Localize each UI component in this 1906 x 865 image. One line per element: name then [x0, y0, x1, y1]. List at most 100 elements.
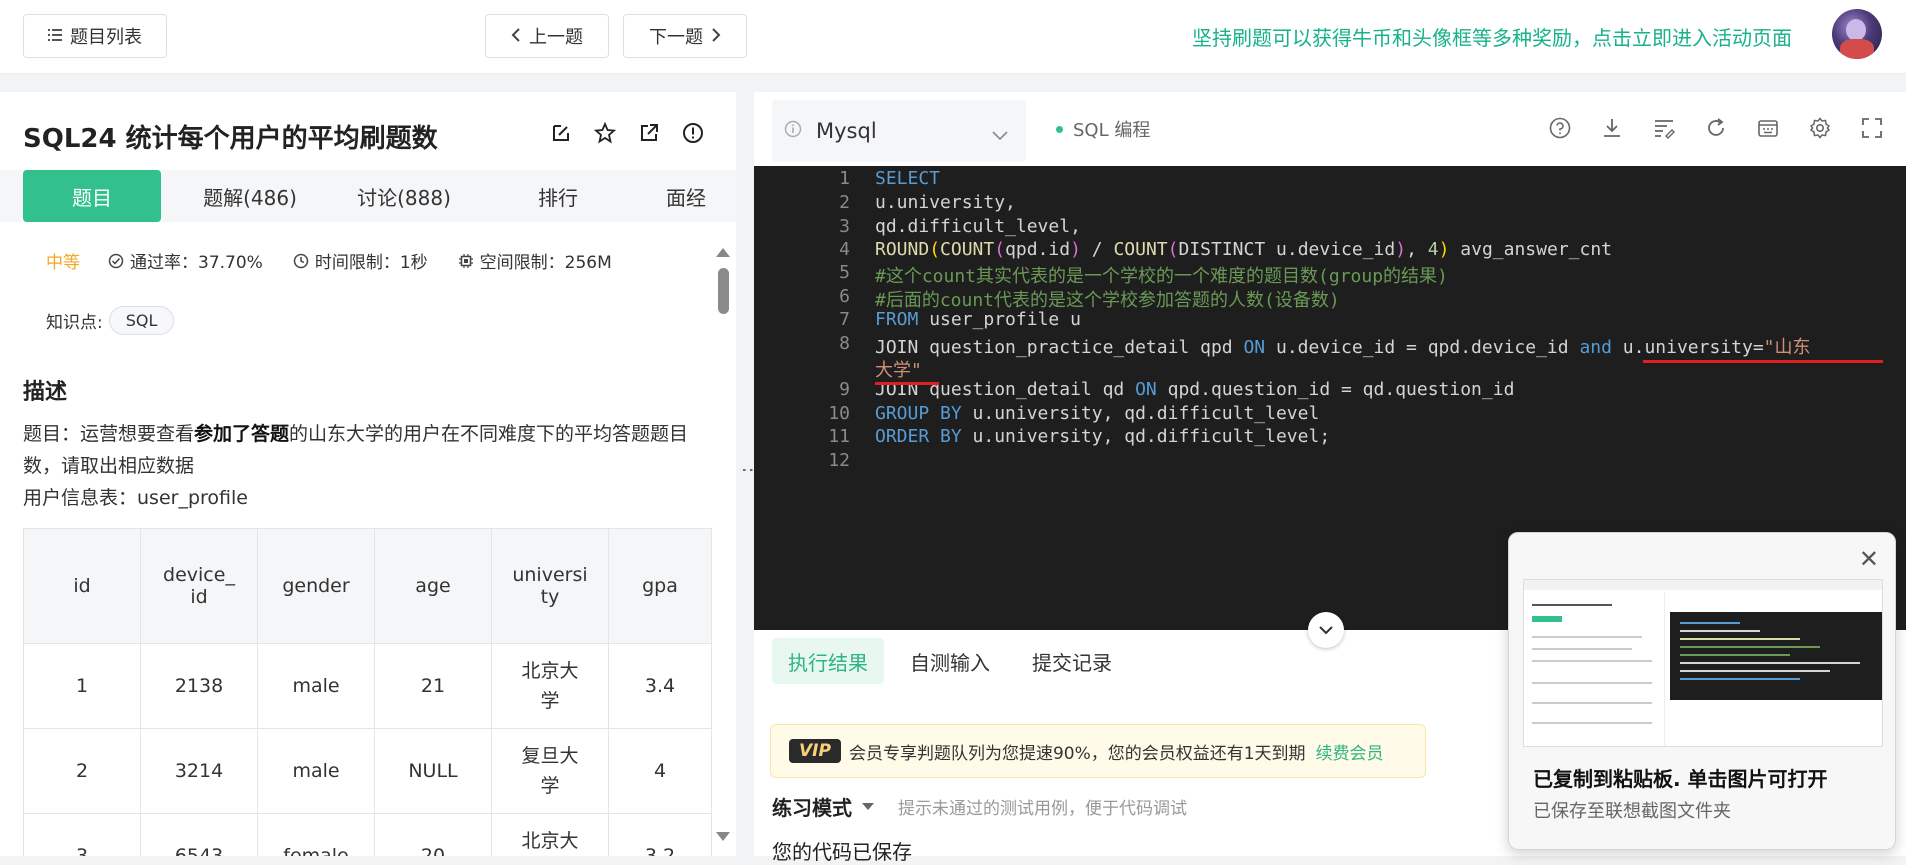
refresh-icon[interactable]: [1704, 116, 1728, 144]
table-cell: NULL: [374, 728, 492, 814]
code-token: (: [994, 239, 1006, 260]
avatar[interactable]: [1832, 9, 1882, 59]
table-cell: 3.4: [608, 643, 712, 729]
question-title: SQL24 统计每个用户的平均刷题数: [23, 124, 438, 154]
code-token: and: [1579, 337, 1612, 358]
edit-icon[interactable]: [550, 122, 572, 148]
code-token: COUNT: [940, 239, 995, 260]
tab-solutions[interactable]: 题解(486): [190, 170, 310, 222]
code-token: ): [1070, 239, 1081, 260]
code-token: avg_answer_cnt: [1449, 239, 1613, 260]
fullscreen-icon[interactable]: [1860, 116, 1884, 144]
error-underline: [1643, 360, 1883, 363]
code-line: JOIN question_practice_detail qpd ON u.d…: [875, 333, 1811, 359]
code-token: ON: [1243, 337, 1266, 358]
line-number: 12: [828, 450, 850, 471]
description-text: 题目：运营想要查看参加了答题的山东大学的用户在不同难度下的平均答题题目数，请取出…: [23, 418, 693, 514]
code-token: qpd.question_id = qd.question_id: [1156, 379, 1515, 400]
tab-self-test[interactable]: 自测输入: [894, 638, 1006, 684]
table-cell: 复旦大 学: [491, 728, 609, 814]
next-question-button[interactable]: 下一题: [623, 14, 747, 58]
space-limit-text: 空间限制：256M: [479, 253, 612, 273]
code-token: ORDER BY: [875, 426, 962, 447]
table-cell: male: [257, 728, 375, 814]
close-icon[interactable]: ✕: [1859, 545, 1879, 573]
code-line: qd.difficult_level,: [875, 216, 1081, 237]
gear-icon[interactable]: [1808, 116, 1832, 144]
col-header: gender: [257, 528, 375, 644]
code-token: /: [1080, 239, 1114, 260]
format-icon[interactable]: [1652, 116, 1676, 144]
tab-exec-result[interactable]: 执行结果: [772, 638, 884, 684]
chevron-down-icon: [992, 122, 1008, 146]
star-icon[interactable]: [593, 121, 617, 148]
editor-mode-label: SQL 编程: [1073, 120, 1151, 141]
table-cell: 北京大 学: [491, 643, 609, 729]
editor-tools: [1548, 116, 1884, 144]
vip-banner: VIP 会员专享判题队列为您提速90%，您的会员权益还有1天到期 续费会员: [770, 724, 1426, 778]
line-number: 1: [839, 168, 850, 189]
activity-promo-link[interactable]: 坚持刷题可以获得牛币和头像框等多种奖励，点击立即进入活动页面: [1192, 22, 1792, 51]
col-header: universi ty: [491, 528, 609, 644]
keyboard-icon[interactable]: [1756, 116, 1780, 144]
help-icon[interactable]: [1548, 116, 1572, 144]
check-circle-icon: [108, 253, 124, 268]
renew-vip-link[interactable]: 续费会员: [1316, 739, 1384, 764]
table-row: 1 2138 male 21 北京大 学 3.4: [23, 643, 712, 729]
screenshot-toast[interactable]: ✕ 已复制到粘贴板. 单击图片可打开 已保存至联想截图文件夹: [1508, 532, 1896, 850]
prev-label: 上一题: [529, 27, 583, 48]
editor-mode: SQL 编程: [1056, 116, 1150, 142]
tab-submissions[interactable]: 提交记录: [1016, 638, 1128, 684]
top-bar: 题目列表 上一题 下一题 坚持刷题可以获得牛币和头像框等多种奖励，点击立即进入活…: [0, 0, 1906, 74]
code-token: (: [929, 239, 941, 260]
practice-mode-select[interactable]: 练习模式: [772, 792, 852, 821]
tab-ranking[interactable]: 排行: [498, 170, 618, 222]
language-value: Mysql: [816, 119, 877, 143]
share-icon[interactable]: [638, 122, 660, 148]
language-select[interactable]: Mysql: [772, 100, 1026, 162]
desc-bold: 参加了答题: [194, 423, 290, 445]
line-number: 6: [839, 286, 850, 307]
scroll-down-arrow[interactable]: [716, 832, 730, 841]
table-cell: 3: [23, 813, 141, 856]
tab-interview[interactable]: 面经: [666, 170, 736, 222]
code-token: DISTINCT: [1178, 239, 1266, 260]
code-token: u.university, qd.difficult_level;: [961, 426, 1331, 447]
chevron-right-icon: [711, 26, 721, 47]
code-token: qpd.id: [1005, 239, 1071, 260]
table-cell: 4: [608, 728, 712, 814]
table-cell: 21: [374, 643, 492, 729]
line-number: 4: [839, 239, 850, 260]
scrollbar-thumb[interactable]: [718, 268, 729, 314]
collapse-editor-button[interactable]: [1308, 612, 1344, 648]
toast-subtitle: 已保存至联想截图文件夹: [1533, 801, 1731, 822]
vip-text: 会员专享判题队列为您提速90%，您的会员权益还有1天到期: [848, 743, 1306, 764]
screenshot-thumbnail[interactable]: [1523, 579, 1883, 747]
tab-question[interactable]: 题目: [23, 170, 161, 222]
practice-mode: 练习模式 提示未通过的测试用例，便于代码调试: [772, 792, 1187, 821]
saved-status: 您的代码已保存: [772, 840, 912, 864]
line-number: 7: [839, 309, 850, 330]
question-list-button[interactable]: 题目列表: [23, 14, 167, 58]
result-tabs: 执行结果 自测输入 提交记录: [772, 638, 1128, 684]
table-header-row: id device_ id gender age universi ty gpa: [23, 528, 712, 644]
toast-title: 已复制到粘贴板. 单击图片可打开: [1533, 767, 1828, 791]
col-header: id: [23, 528, 141, 644]
prev-question-button[interactable]: 上一题: [485, 14, 609, 58]
code-token: SELECT: [875, 168, 941, 189]
caret-down-icon[interactable]: [862, 803, 874, 810]
code-token: u.device_id: [1265, 239, 1396, 260]
table-row: 3 6543 female 20 北京大 学 3.2: [23, 813, 712, 856]
scroll-up-arrow[interactable]: [716, 248, 730, 257]
table-row: 2 3214 male NULL 复旦大 学 4: [23, 728, 712, 814]
line-number: 9: [839, 379, 850, 400]
knowledge-tag-sql[interactable]: SQL: [108, 306, 175, 335]
chevron-left-icon: [511, 26, 521, 47]
tab-discussion[interactable]: 讨论(888): [344, 170, 464, 222]
download-icon[interactable]: [1600, 116, 1624, 144]
knowledge-points: 知识点: SQL: [46, 306, 175, 335]
col-header: device_ id: [140, 528, 258, 644]
vip-badge: VIP: [789, 739, 841, 763]
table-cell: 3.2: [608, 813, 712, 856]
report-icon[interactable]: [682, 122, 704, 148]
